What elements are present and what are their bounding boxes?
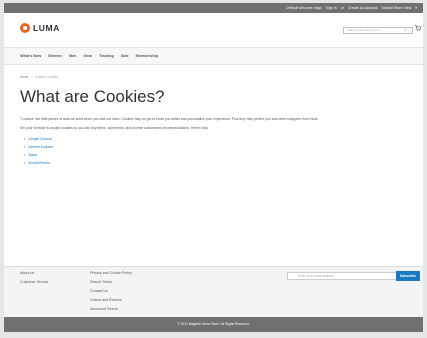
nav-item-whats-new[interactable]: What's New [20,54,41,58]
footer-column-2: Privacy and Cookie Policy Search Terms C… [90,271,132,316]
create-account-link[interactable]: Create an Account [348,6,378,10]
welcome-message: Default welcome msg! [286,6,322,10]
footer-link-customer-service[interactable]: Customer Service [20,280,49,284]
header: LUMA Search entire store here... ⌕ [4,13,423,43]
instruction-text: Set your browser to accept cookies so yo… [20,126,209,130]
breadcrumb-home[interactable]: Home [20,75,29,79]
logo-text: LUMA [33,23,60,33]
nav-item-men[interactable]: Men [69,54,77,58]
breadcrumb-current: Enable Cookies [35,75,58,79]
browser-link-ie[interactable]: Internet Explorer [24,145,423,149]
sign-in-link[interactable]: Sign In [326,6,337,10]
nav-item-women[interactable]: Women [48,54,62,58]
footer: About us Customer Service Privacy and Co… [4,266,423,318]
footer-link-orders-returns[interactable]: Orders and Returns [90,298,132,302]
footer-link-contact[interactable]: Contact Us [90,289,132,293]
or-text: or [340,6,344,10]
nav-item-gear[interactable]: Gear [83,54,92,58]
subscribe-button[interactable]: Subscribe [396,271,420,281]
footer-link-about[interactable]: About us [20,271,49,275]
chevron-down-icon[interactable]: ▾ [415,6,417,10]
nav-item-membership[interactable]: Membership [136,54,158,58]
footer-link-privacy[interactable]: Privacy and Cookie Policy [90,271,132,275]
cart-icon[interactable] [415,25,421,31]
browser-list: Google Chrome Internet Explorer Safari M… [24,137,423,165]
search-icon[interactable]: ⌕ [404,27,407,33]
copyright-bar: © 2013 Magento Demo Store. All Rights Re… [4,317,423,332]
search-input[interactable]: Search entire store here... [343,27,413,34]
nav-item-training[interactable]: Training [99,54,114,58]
browser-link-safari[interactable]: Safari [24,153,423,157]
page: Default welcome msg! Sign In or Create a… [4,3,423,332]
intro-text: "Cookies" are little pieces of data we s… [20,117,319,121]
footer-link-advanced-search[interactable]: Advanced Search [90,307,132,311]
breadcrumb: Home › Enable Cookies [20,75,423,79]
luma-logo-icon [20,23,30,33]
main-nav: What's New Women Men Gear Training Sale … [4,47,423,65]
footer-link-search-terms[interactable]: Search Terms [90,280,132,284]
browser-link-firefox[interactable]: Mozilla/Firefox [24,161,423,165]
newsletter-email-input[interactable]: Enter your email address [287,272,397,280]
footer-column-1: About us Customer Service [20,271,49,289]
logo[interactable]: LUMA [20,23,60,33]
store-switcher[interactable]: Default Store View [381,6,411,10]
top-bar: Default welcome msg! Sign In or Create a… [4,3,423,13]
nav-item-sale[interactable]: Sale [121,54,129,58]
page-title: What are Cookies? [20,87,165,106]
browser-link-chrome[interactable]: Google Chrome [24,137,423,141]
breadcrumb-separator: › [31,75,33,79]
